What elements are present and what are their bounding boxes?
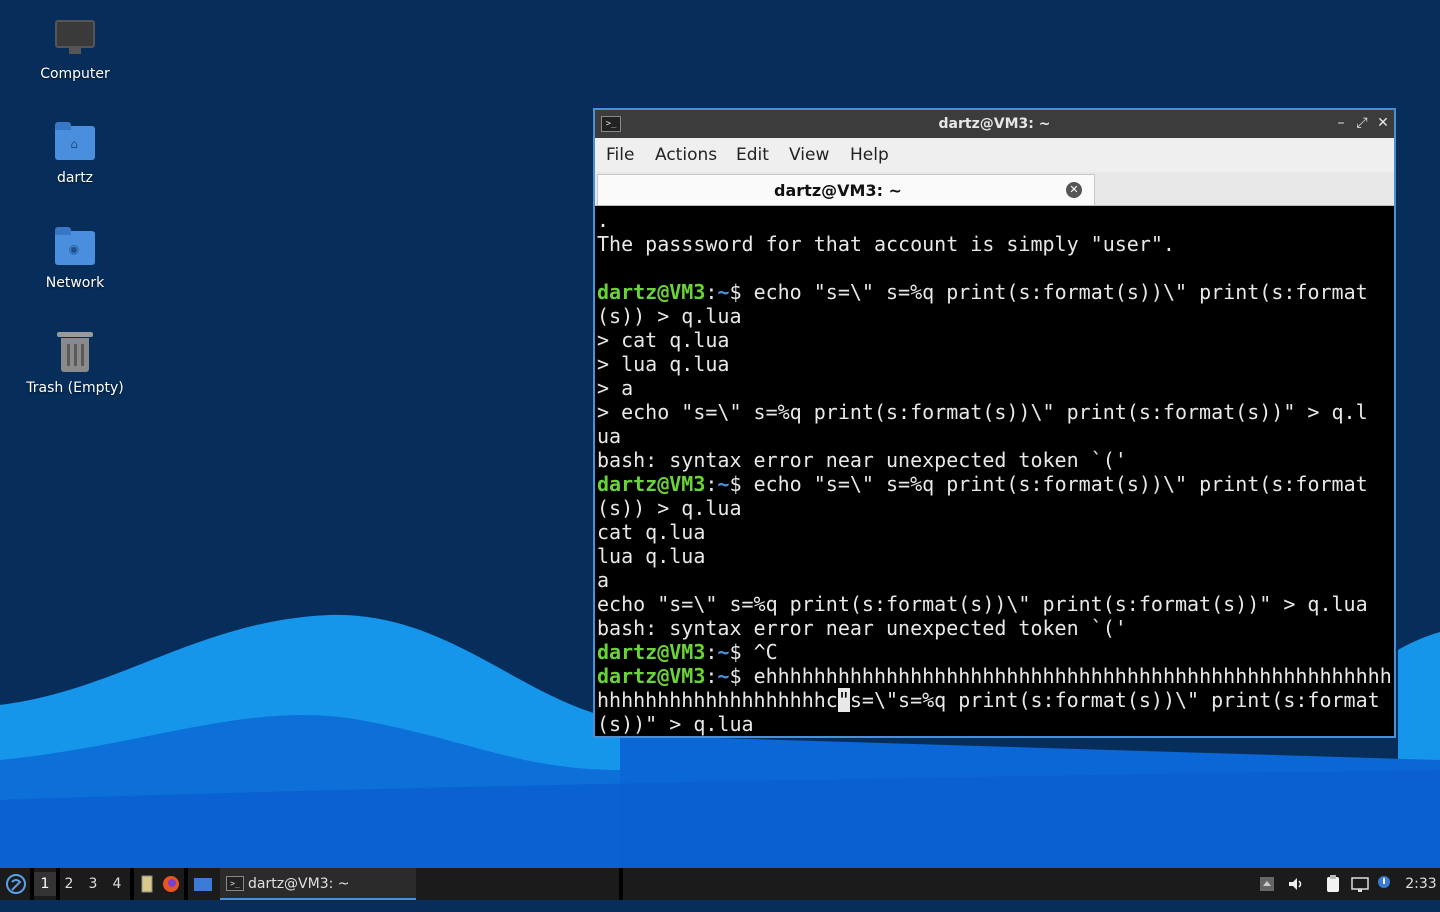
prompt-colon: :	[705, 280, 718, 304]
network-folder-icon: ◉	[53, 225, 97, 269]
workspace-3[interactable]: 3	[82, 872, 104, 896]
tab-terminal[interactable]: dartz@VM3: ~ ✕	[597, 174, 1095, 205]
desktop-icon-label: Computer	[40, 66, 110, 82]
prompt-colon: :	[705, 640, 718, 664]
desktop-icon-label: dartz	[56, 170, 94, 186]
prompt-user: dartz@VM3	[597, 472, 706, 496]
start-menu-icon	[6, 874, 26, 894]
prompt-path: ~	[717, 280, 730, 304]
taskbar: 1 2 3 4 >_ dartz@VM3: ~ 2:33	[0, 868, 1440, 900]
workspace-2[interactable]: 2	[58, 872, 80, 896]
desktop-icon-trash[interactable]: Trash (Empty)	[15, 330, 135, 396]
command-text: echo "s=\" s=%q print(s:format(s))\" pri…	[753, 472, 1368, 496]
menu-help[interactable]: Help	[850, 145, 889, 165]
terminal-line: lua q.lua	[597, 544, 706, 568]
terminal-line: > cat q.lua	[597, 328, 730, 352]
prompt-path: ~	[717, 664, 730, 688]
terminal-line: bash: syntax error near unexpected token…	[597, 616, 1127, 640]
menu-edit[interactable]: Edit	[736, 145, 769, 165]
prompt-symbol: $	[729, 280, 742, 304]
taskbar-task-terminal[interactable]: >_ dartz@VM3: ~	[220, 868, 416, 900]
desktop-icon-home[interactable]: ⌂ dartz	[15, 120, 135, 186]
terminal-line: > lua q.lua	[597, 352, 730, 376]
terminal-line: dartz@VM3:~$ echo "s=\" s=%q print(s:for…	[597, 472, 1392, 496]
prompt-colon: :	[705, 664, 718, 688]
terminal-line: .	[597, 208, 610, 232]
trash-icon	[53, 330, 97, 374]
terminal-line: (s)) > q.lua	[597, 304, 742, 328]
desktop-icon-label: Trash (Empty)	[26, 380, 124, 396]
home-folder-icon: ⌂	[53, 120, 97, 164]
terminal-line: The passsword for that account is simply…	[597, 232, 1175, 256]
menu-view[interactable]: View	[789, 145, 829, 165]
terminal-line: dartz@VM3:~$ ehhhhhhhhhhhhhhhhhhhhhhhhhh…	[597, 664, 1392, 688]
tab-label: dartz@VM3: ~	[774, 181, 902, 200]
menu-bar: File Actions Edit View Help	[595, 138, 1394, 172]
command-text: echo "s=\" s=%q print(s:format(s))\" pri…	[753, 280, 1368, 304]
command-text: hhhhhhhhhhhhhhhhhhhc	[597, 688, 838, 712]
prompt-user: dartz@VM3	[597, 280, 706, 304]
menu-actions[interactable]: Actions	[655, 145, 717, 165]
prompt-symbol: $	[729, 664, 742, 688]
command-text: ehhhhhhhhhhhhhhhhhhhhhhhhhhhhhhhhhhhhhhh…	[753, 664, 1392, 688]
prompt-colon: :	[705, 472, 718, 496]
terminal-line: dartz@VM3:~$ echo "s=\" s=%q print(s:for…	[597, 280, 1392, 304]
prompt-user: dartz@VM3	[597, 664, 706, 688]
terminal-line: ua	[597, 424, 622, 448]
workspace-4[interactable]: 4	[106, 872, 128, 896]
clock[interactable]: 2:33	[1404, 868, 1438, 900]
terminal-line: bash: syntax error near unexpected token…	[597, 448, 1127, 472]
terminal-line: (s)) > q.lua	[597, 496, 742, 520]
terminal-line: hhhhhhhhhhhhhhhhhhhc"s=\"s=%q print(s:fo…	[597, 688, 1392, 712]
network-icon[interactable]	[1350, 874, 1370, 894]
prompt-user: dartz@VM3	[597, 640, 706, 664]
window-titlebar[interactable]: >_ dartz@VM3: ~ – ⤢ ✕	[595, 110, 1394, 138]
computer-icon	[53, 16, 97, 60]
command-text: s=\"s=%q print(s:format(s))\" print(s:fo…	[849, 688, 1380, 712]
terminal-line: (s))" > q.lua	[597, 712, 754, 736]
terminal-task-icon: >_	[226, 876, 244, 891]
prompt-symbol: $	[729, 472, 742, 496]
close-button[interactable]: ✕	[1374, 114, 1392, 132]
desktop-icon-computer[interactable]: Computer	[15, 16, 135, 82]
terminal-line: > a	[597, 376, 634, 400]
prompt-symbol: $	[729, 640, 742, 664]
prompt-path: ~	[717, 640, 730, 664]
clipboard-icon[interactable]	[1323, 874, 1343, 894]
window-title: dartz@VM3: ~	[938, 116, 1051, 132]
terminal-output[interactable]: . The passsword for that account is simp…	[597, 208, 1392, 736]
command-text: ^C	[753, 640, 778, 664]
firefox-icon[interactable]	[161, 874, 181, 894]
task-label: dartz@VM3: ~	[248, 876, 350, 892]
tab-bar: dartz@VM3: ~ ✕	[595, 172, 1394, 206]
terminal-line: > echo "s=\" s=%q print(s:format(s))\" p…	[597, 400, 1368, 424]
updates-icon[interactable]	[1257, 874, 1277, 894]
terminal-line: cat q.lua	[597, 520, 706, 544]
terminal-line: a	[597, 568, 610, 592]
maximize-button[interactable]: ⤢	[1353, 114, 1371, 132]
terminal-window[interactable]: >_ dartz@VM3: ~ – ⤢ ✕ File Actions Edit …	[593, 108, 1396, 738]
tab-close-icon[interactable]: ✕	[1066, 182, 1082, 198]
notification-icon[interactable]	[1374, 874, 1394, 894]
terminal-line: echo "s=\" s=%q print(s:format(s))\" pri…	[597, 592, 1368, 616]
show-desktop-icon[interactable]	[193, 874, 213, 894]
minimize-button[interactable]: –	[1332, 114, 1350, 132]
terminal-line: dartz@VM3:~$ ^C	[597, 640, 1392, 664]
desktop-icon-network[interactable]: ◉ Network	[15, 225, 135, 291]
start-menu-button[interactable]	[4, 868, 28, 900]
menu-file[interactable]: File	[606, 145, 634, 165]
desktop-icon-label: Network	[45, 275, 105, 291]
terminal-cursor: "	[837, 688, 850, 712]
file-manager-icon[interactable]	[137, 874, 157, 894]
prompt-path: ~	[717, 472, 730, 496]
workspace-1[interactable]: 1	[34, 872, 56, 896]
volume-icon[interactable]	[1286, 874, 1306, 894]
